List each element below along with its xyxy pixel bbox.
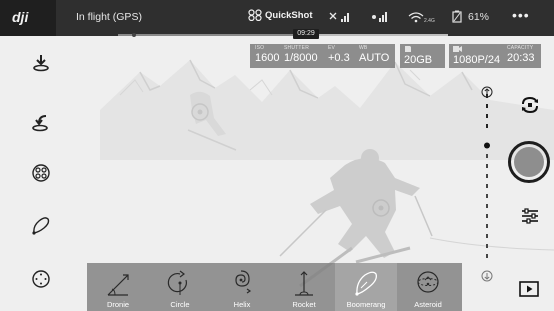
top-status-bar: dji In flight (GPS) QuickShot 2.4G 61% •… xyxy=(0,0,554,36)
svg-text:2.4G: 2.4G xyxy=(424,18,435,24)
zoom-down-icon[interactable] xyxy=(481,270,493,282)
shutter-param: SHUTTER 1/8000 xyxy=(284,45,318,64)
wb-param: WB AUTO xyxy=(359,45,390,64)
takeoff-icon xyxy=(33,55,49,72)
gps-signal-icon[interactable] xyxy=(370,10,390,24)
battery-icon xyxy=(452,10,462,23)
asteroid-icon xyxy=(417,271,439,293)
svg-text:dji: dji xyxy=(12,9,29,25)
more-options-button[interactable]: ••• xyxy=(512,8,530,22)
shutter-button[interactable] xyxy=(508,141,550,183)
quickshot-icon xyxy=(248,9,262,21)
battery-percent: 61% xyxy=(468,10,490,23)
playback-button[interactable] xyxy=(517,279,541,299)
camera-view: dji In flight (GPS) QuickShot 2.4G 61% •… xyxy=(0,0,554,311)
flight-timeline xyxy=(118,33,448,37)
camera-settings-button[interactable] xyxy=(518,204,542,228)
dji-logo-icon: dji xyxy=(12,9,29,25)
shutter-button-inner xyxy=(514,147,544,177)
zoom-up-icon[interactable] xyxy=(481,86,493,98)
intelligent-flight-icon xyxy=(32,164,50,182)
camera-settings-icon xyxy=(522,208,538,224)
waypoint-icon xyxy=(32,217,50,235)
circle-icon xyxy=(167,270,187,295)
map-icon xyxy=(32,270,50,288)
mode-label: Rocket xyxy=(292,300,316,309)
quickshot-mode-bar: Dronie Circle Helix Rocket Boomerang Ast… xyxy=(87,263,462,311)
waypoint-button[interactable] xyxy=(28,213,54,239)
camera-switch-icon xyxy=(522,96,538,114)
playback-icon xyxy=(519,281,539,297)
gimbal-zoom-slider[interactable] xyxy=(484,84,490,264)
takeoff-button[interactable] xyxy=(28,50,54,76)
mode-label: Circle xyxy=(170,300,190,309)
map-button[interactable] xyxy=(28,266,54,292)
mode-dronie[interactable]: Dronie xyxy=(87,263,149,311)
ev-param: EV +0.3 xyxy=(328,45,350,64)
camera-switch-button[interactable] xyxy=(518,93,542,117)
remaining-time-badge: 09:29 xyxy=(293,29,319,39)
dronie-icon xyxy=(107,274,129,296)
timeline-marker xyxy=(132,33,136,37)
aircraft-signal-icon[interactable] xyxy=(328,10,352,24)
timeline-progress xyxy=(118,34,297,36)
quickshot-mode-indicator[interactable]: QuickShot xyxy=(248,9,313,21)
sd-card-icon xyxy=(405,46,411,52)
intelligent-flight-button[interactable] xyxy=(28,160,54,186)
video-settings-indicator[interactable]: 1080P/24 CAPACITY 20:33 xyxy=(449,44,541,68)
mode-label: Boomerang xyxy=(346,300,386,309)
mode-label: Helix xyxy=(233,300,251,309)
mode-label: Dronie xyxy=(106,300,130,309)
mode-rocket[interactable]: Rocket xyxy=(273,263,335,311)
mode-circle[interactable]: Circle xyxy=(149,263,211,311)
dji-logo[interactable]: dji xyxy=(0,0,56,36)
wifi-signal-icon[interactable]: 2.4G xyxy=(407,10,435,24)
boomerang-icon xyxy=(355,271,377,296)
exposure-parameters[interactable]: ISO 1600 SHUTTER 1/8000 EV +0.3 WB AUTO xyxy=(250,44,395,68)
mode-asteroid[interactable]: Asteroid xyxy=(397,263,459,311)
quickshot-label: QuickShot xyxy=(265,9,313,21)
storage-value: 20GB xyxy=(404,54,433,66)
mode-label: Asteroid xyxy=(414,300,442,309)
helix-icon xyxy=(235,270,252,294)
flight-status-text[interactable]: In flight (GPS) xyxy=(76,11,142,23)
resolution-value: 1080P/24 xyxy=(453,54,501,66)
video-icon xyxy=(453,46,462,52)
return-home-button[interactable] xyxy=(28,110,54,136)
mode-helix[interactable]: Helix xyxy=(211,263,273,311)
rocket-icon xyxy=(295,271,313,296)
iso-param: ISO 1600 xyxy=(255,45,280,64)
zoom-slider-knob[interactable] xyxy=(484,142,490,149)
storage-indicator[interactable]: 20GB xyxy=(400,44,445,68)
capacity-param: CAPACITY 20:33 xyxy=(507,45,535,64)
battery-indicator[interactable]: 61% xyxy=(452,10,489,23)
mode-boomerang[interactable]: Boomerang xyxy=(335,263,397,311)
return-home-icon xyxy=(32,115,48,132)
